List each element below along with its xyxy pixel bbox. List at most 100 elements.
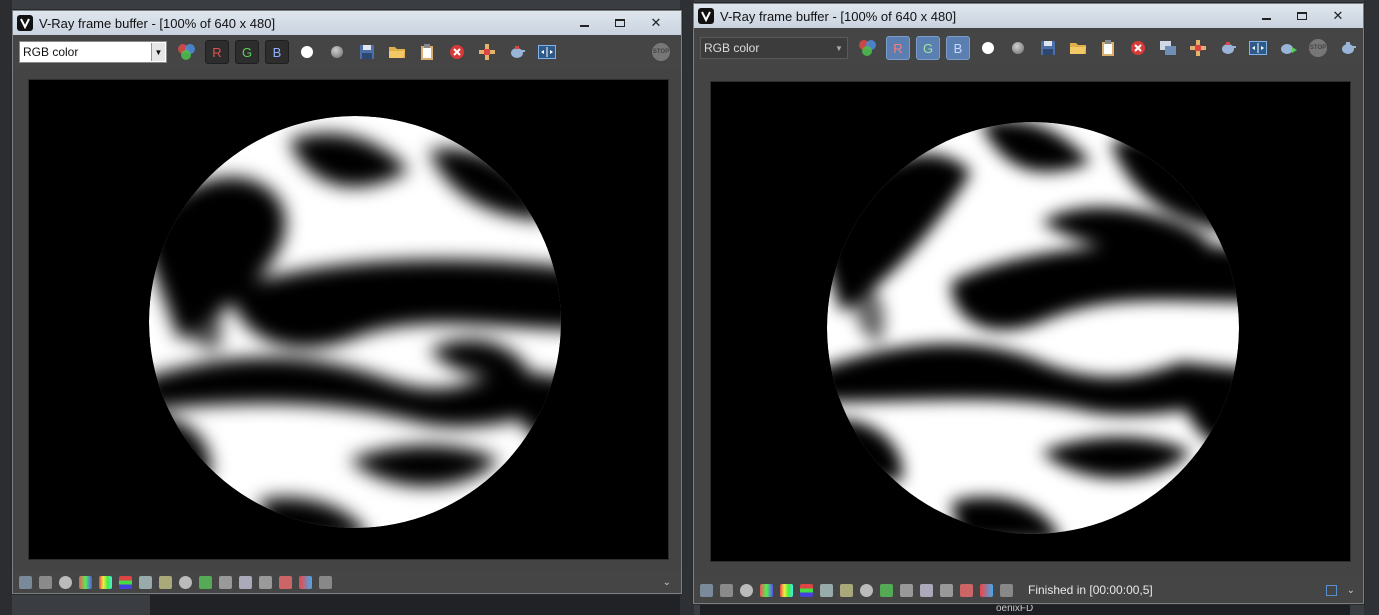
render-region-button[interactable] [1216, 36, 1240, 60]
stereo-icon[interactable] [960, 583, 973, 597]
levels-icon[interactable] [800, 583, 813, 597]
white-balance-icon[interactable] [880, 583, 893, 597]
correction-icon[interactable] [980, 583, 993, 597]
layers-icon[interactable] [39, 575, 52, 589]
minimize-button[interactable] [1249, 7, 1283, 25]
save-button[interactable] [355, 40, 379, 64]
maximize-button[interactable] [603, 14, 637, 32]
hdr-icon[interactable] [940, 583, 953, 597]
title-bar[interactable]: V-Ray frame buffer - [100% of 640 x 480]… [694, 4, 1363, 28]
chevron-down-icon: ▼ [151, 43, 165, 61]
maximize-button[interactable] [1285, 7, 1319, 25]
compare-button[interactable] [535, 40, 559, 64]
teapot-play-icon [1281, 44, 1297, 54]
close-button[interactable]: ✕ [639, 14, 673, 32]
open-button[interactable] [1066, 36, 1090, 60]
duplicate-button[interactable] [1156, 36, 1180, 60]
info-icon[interactable] [740, 583, 753, 597]
background-app-bottom-bar [150, 592, 680, 615]
history-icon[interactable] [19, 575, 32, 589]
channel-select[interactable]: RGB color ▼ [19, 41, 167, 63]
clipboard-icon [421, 44, 433, 60]
clipboard-button[interactable] [1096, 36, 1120, 60]
panel-toggle-icon[interactable] [1325, 584, 1337, 596]
title-bar[interactable]: V-Ray frame buffer - [100% of 640 x 480]… [13, 11, 681, 35]
compare-button[interactable] [1246, 36, 1270, 60]
history-icon[interactable] [700, 583, 713, 597]
teapot-icon [511, 46, 525, 58]
lut-icon[interactable] [219, 575, 232, 589]
gray-circle-icon [331, 46, 343, 58]
green-channel-button[interactable]: G [235, 40, 259, 64]
pixel-aspect-icon[interactable] [1000, 583, 1013, 597]
exposure-icon[interactable] [179, 575, 192, 589]
red-channel-button[interactable]: R [205, 40, 229, 64]
save-button[interactable] [1036, 36, 1060, 60]
exposure-icon[interactable] [860, 583, 873, 597]
stop-button[interactable]: STOP [649, 40, 673, 64]
maximize-icon [1297, 12, 1307, 20]
vfb-toolbar: RGB color ▼ R G B STOP [694, 32, 1363, 64]
folder-icon [1070, 43, 1086, 54]
green-channel-button[interactable]: G [916, 36, 940, 60]
chevron-down-icon: ▼ [835, 43, 843, 53]
layers-icon[interactable] [720, 583, 733, 597]
white-dot-button[interactable] [295, 40, 319, 64]
render-region-button[interactable] [505, 40, 529, 64]
teapot-icon [1342, 42, 1356, 54]
alpha-button[interactable] [325, 40, 349, 64]
minimize-button[interactable] [567, 14, 601, 32]
vray-logo-icon [698, 8, 714, 24]
clipboard-icon [1102, 40, 1114, 56]
render-canvas[interactable] [28, 79, 669, 560]
color-correction-icon[interactable] [760, 583, 773, 597]
clipboard-button[interactable] [415, 40, 439, 64]
maximize-icon [615, 19, 625, 27]
stereo-icon[interactable] [279, 575, 292, 589]
hsl-icon[interactable] [780, 583, 793, 597]
pixel-aspect-icon[interactable] [319, 575, 332, 589]
hsl-icon[interactable] [99, 575, 112, 589]
lut-icon[interactable] [900, 583, 913, 597]
render-canvas[interactable] [710, 81, 1351, 562]
open-button[interactable] [385, 40, 409, 64]
render-button[interactable] [1336, 36, 1360, 60]
rgb-mode-button[interactable] [175, 40, 199, 64]
track-mouse-button[interactable] [1186, 36, 1210, 60]
rgb-mode-button[interactable] [856, 36, 880, 60]
window-title: V-Ray frame buffer - [100% of 640 x 480] [720, 8, 957, 24]
info-icon[interactable] [59, 575, 72, 589]
blue-channel-button[interactable]: B [946, 36, 970, 60]
clear-button[interactable] [1126, 36, 1150, 60]
expand-chevron-icon[interactable]: ⌄ [663, 577, 671, 588]
track-mouse-button[interactable] [475, 40, 499, 64]
curves-icon[interactable] [159, 575, 172, 589]
white-balance-icon[interactable] [199, 575, 212, 589]
background-icon[interactable] [239, 575, 252, 589]
render-interactive-button[interactable] [1276, 36, 1300, 60]
stop-button[interactable]: STOP [1306, 36, 1330, 60]
histogram-icon[interactable] [139, 575, 152, 589]
background-icon[interactable] [920, 583, 933, 597]
white-dot-button[interactable] [976, 36, 1000, 60]
clear-button[interactable] [445, 40, 469, 64]
correction-icon[interactable] [299, 575, 312, 589]
gray-circle-icon [1012, 42, 1024, 54]
blue-channel-button[interactable]: B [265, 40, 289, 64]
channel-select-value: RGB color [23, 45, 79, 59]
expand-chevron-icon[interactable]: ⌄ [1347, 585, 1355, 596]
hdr-icon[interactable] [259, 575, 272, 589]
compare-icon [1249, 41, 1267, 55]
channel-select[interactable]: RGB color ▼ [700, 37, 848, 59]
vfb-toolbar: RGB color ▼ R G B STOP [13, 35, 681, 69]
alpha-button[interactable] [1006, 36, 1030, 60]
minimize-icon [1261, 18, 1271, 20]
color-correction-icon[interactable] [79, 575, 92, 589]
red-channel-button[interactable]: R [886, 36, 910, 60]
levels-icon[interactable] [119, 575, 132, 589]
clear-icon [450, 45, 464, 59]
compare-icon [538, 45, 556, 59]
close-button[interactable]: ✕ [1321, 7, 1355, 25]
histogram-icon[interactable] [820, 583, 833, 597]
curves-icon[interactable] [840, 583, 853, 597]
